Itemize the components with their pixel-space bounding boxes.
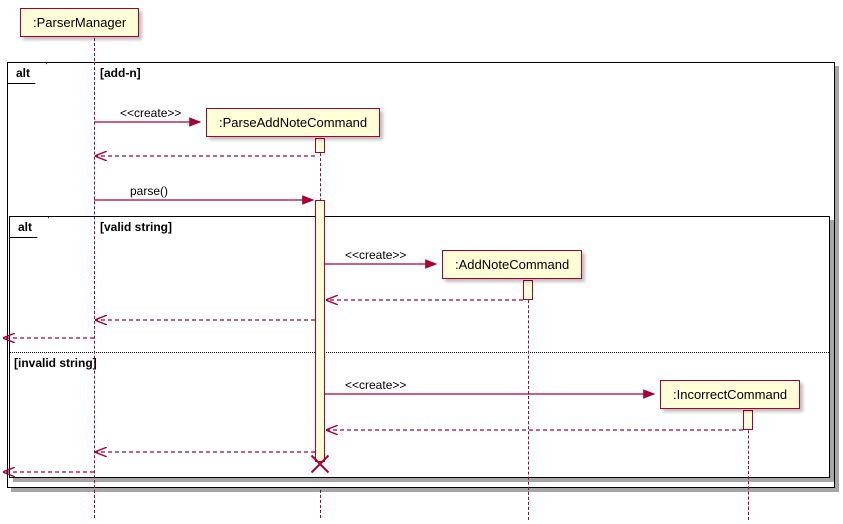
activation-add-note-command-b xyxy=(523,280,533,300)
sequence-diagram: alt [add-n] alt [valid string] [invalid … xyxy=(0,0,843,524)
msg-parse: parse() xyxy=(130,184,168,198)
activation-parse-add-note-1b xyxy=(315,138,325,153)
alt-guard-valid: [valid string] xyxy=(100,220,172,234)
participant-incorrect-command: :IncorrectCommand xyxy=(660,380,800,409)
participant-add-note-command: :AddNoteCommand xyxy=(442,250,582,279)
alt-divider xyxy=(10,352,829,353)
alt-guard-invalid: [invalid string] xyxy=(14,356,97,370)
lifeline-add-note-command-2 xyxy=(528,280,529,520)
alt-label-outer: alt xyxy=(8,63,47,84)
activation-incorrect-command-b xyxy=(743,410,753,430)
msg-create-3: <<create>> xyxy=(345,378,406,392)
msg-create-1: <<create>> xyxy=(120,106,181,120)
lifeline-parser-manager-2 xyxy=(94,62,95,518)
msg-create-2: <<create>> xyxy=(345,248,406,262)
participant-parse-add-note-command: :ParseAddNoteCommand xyxy=(206,108,380,137)
alt-frame-inner: alt xyxy=(9,216,830,478)
alt-guard-outer: [add-n] xyxy=(100,66,141,80)
participant-parser-manager: :ParserManager xyxy=(20,8,139,37)
activation-parse-add-note-2b xyxy=(315,200,325,462)
alt-label-inner: alt xyxy=(10,217,49,238)
